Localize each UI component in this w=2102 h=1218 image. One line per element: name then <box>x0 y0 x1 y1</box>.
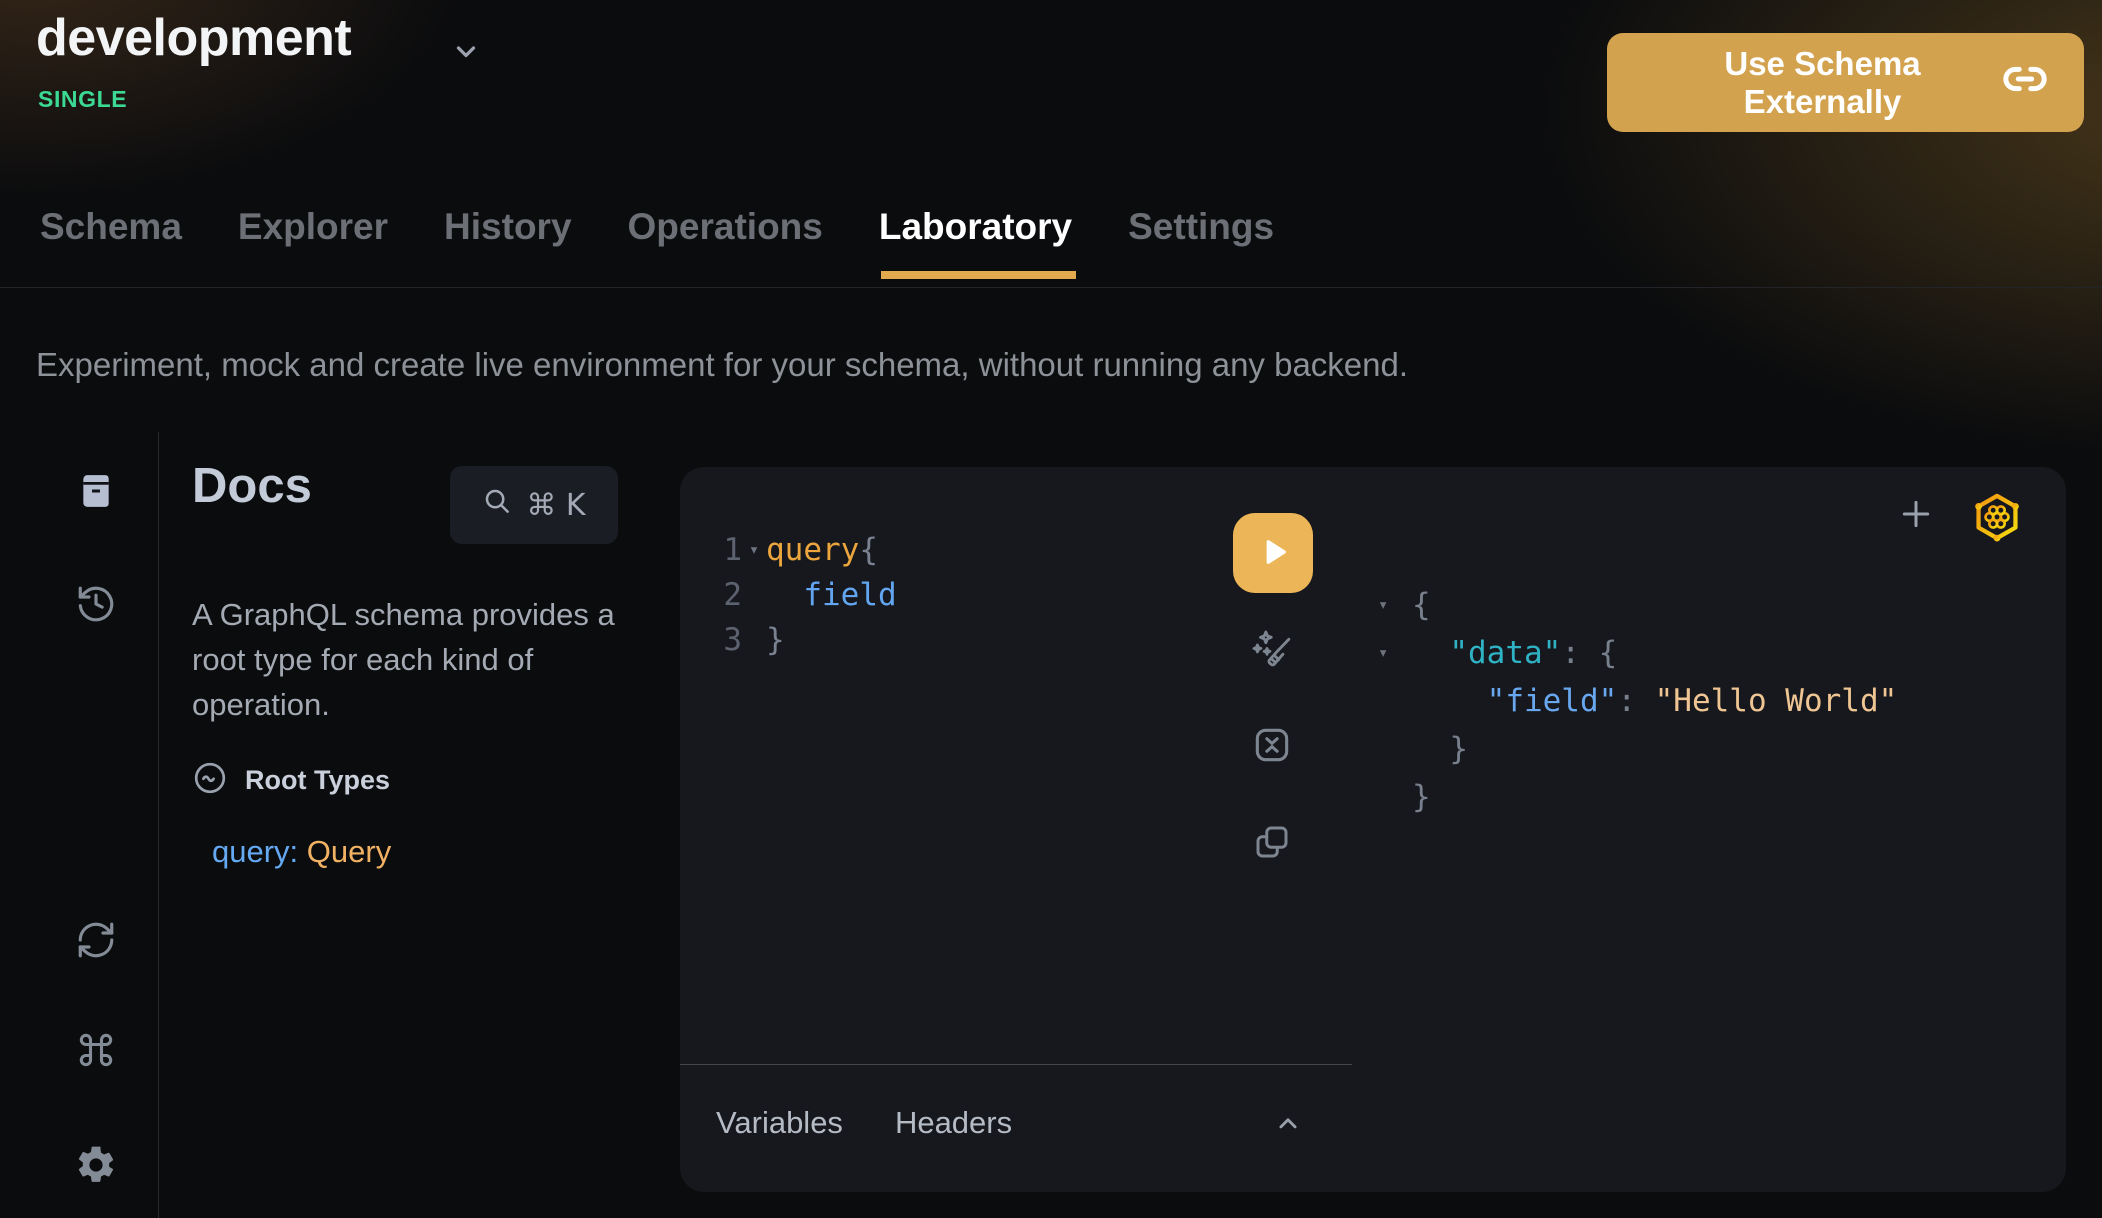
tab-headers[interactable]: Headers <box>895 1105 1012 1141</box>
page-title: development <box>36 8 351 68</box>
query-editor-line: 1 ▾ query { <box>714 528 897 573</box>
merge-fragments-button[interactable] <box>1249 723 1295 769</box>
sidebar-item-docs[interactable] <box>70 466 122 518</box>
link-icon <box>2002 56 2048 110</box>
request-bottom-tabs: Variables Headers <box>716 1105 1012 1141</box>
copy-icon <box>1251 821 1293 866</box>
fold-triangle-icon[interactable]: ▾ <box>742 528 766 573</box>
query-editor-line: 2 field <box>714 573 897 618</box>
sidebar-item-refetch-schema[interactable] <box>70 915 122 967</box>
sidebar-divider <box>158 432 159 1218</box>
search-shortcut-label: ⌘ K <box>526 488 585 523</box>
graphql-hive-logo <box>1969 489 2025 545</box>
response-line: ▾ { <box>1378 581 1897 629</box>
root-type-field-name[interactable]: query <box>212 834 290 869</box>
laboratory-page: development SINGLE Use Schema Externally… <box>0 0 2102 1218</box>
tab-history[interactable]: History <box>444 206 571 279</box>
root-type-query-link[interactable]: query: Query <box>212 834 391 870</box>
page-subtitle: Experiment, mock and create live environ… <box>36 346 1408 384</box>
copy-query-button[interactable] <box>1249 820 1295 866</box>
docs-search-button[interactable]: ⌘ K <box>450 466 618 544</box>
query-editor[interactable]: 1 ▾ query { 2 field 3 } <box>714 528 897 663</box>
gear-icon <box>74 1143 118 1190</box>
chevron-up-icon <box>1271 1107 1305 1144</box>
execute-query-button[interactable] <box>1233 513 1313 593</box>
merge-icon <box>1250 723 1294 770</box>
response-line: "field" : "Hello World" <box>1378 677 1897 725</box>
root-types-label: Root Types <box>245 765 390 796</box>
line-number: 1 <box>714 528 742 573</box>
status-badge: SINGLE <box>38 86 127 113</box>
tab-settings[interactable]: Settings <box>1128 206 1274 279</box>
tab-explorer[interactable]: Explorer <box>238 206 388 279</box>
root-types-section: Root Types <box>192 760 390 801</box>
request-pane-divider <box>680 1064 1352 1065</box>
root-type-type-name[interactable]: Query <box>307 834 391 869</box>
response-line: } <box>1378 725 1897 773</box>
sidebar-item-shortcuts[interactable] <box>70 1025 122 1077</box>
schema-description: A GraphQL schema provides a root type fo… <box>192 592 644 727</box>
response-viewer: ▾ { ▾ "data" : { "field" : "Hello World" <box>1378 581 1897 821</box>
line-number: 3 <box>714 618 742 663</box>
tab-laboratory[interactable]: Laboratory <box>879 206 1072 279</box>
chevron-down-icon <box>448 33 484 72</box>
graphiql-editor-card: 1 ▾ query { 2 field 3 } <box>680 467 2066 1192</box>
tab-schema[interactable]: Schema <box>40 206 182 279</box>
tab-bar: Schema Explorer History Operations Labor… <box>40 206 1274 279</box>
tab-bar-divider <box>0 287 2102 288</box>
response-line: ▾ "data" : { <box>1378 629 1897 677</box>
sidebar-item-settings[interactable] <box>70 1140 122 1192</box>
root-types-icon <box>192 760 228 801</box>
plus-icon <box>1896 494 1936 537</box>
search-icon <box>482 486 512 524</box>
docs-book-icon <box>77 470 115 515</box>
line-number: 2 <box>714 573 742 618</box>
fold-triangle-icon[interactable]: ▾ <box>1378 581 1412 629</box>
docs-panel-title: Docs <box>192 458 312 514</box>
use-schema-externally-button[interactable]: Use Schema Externally <box>1607 33 2084 132</box>
collapse-editor-tools-button[interactable] <box>1266 1103 1310 1147</box>
query-editor-line: 3 } <box>714 618 897 663</box>
tab-operations[interactable]: Operations <box>628 206 823 279</box>
target-selector-dropdown[interactable] <box>446 32 486 72</box>
use-schema-externally-label: Use Schema Externally <box>1643 45 2002 121</box>
refresh-icon <box>75 919 117 964</box>
add-tab-button[interactable] <box>1893 492 1939 538</box>
prettify-query-button[interactable] <box>1249 628 1295 674</box>
play-icon <box>1256 535 1290 572</box>
fold-triangle-icon[interactable]: ▾ <box>1378 629 1412 677</box>
history-icon <box>75 583 117 628</box>
response-line: } <box>1378 773 1897 821</box>
prettify-sparkle-broom-icon <box>1249 627 1295 676</box>
sidebar-item-history[interactable] <box>70 579 122 631</box>
tab-variables[interactable]: Variables <box>716 1105 843 1141</box>
command-icon <box>74 1028 118 1075</box>
